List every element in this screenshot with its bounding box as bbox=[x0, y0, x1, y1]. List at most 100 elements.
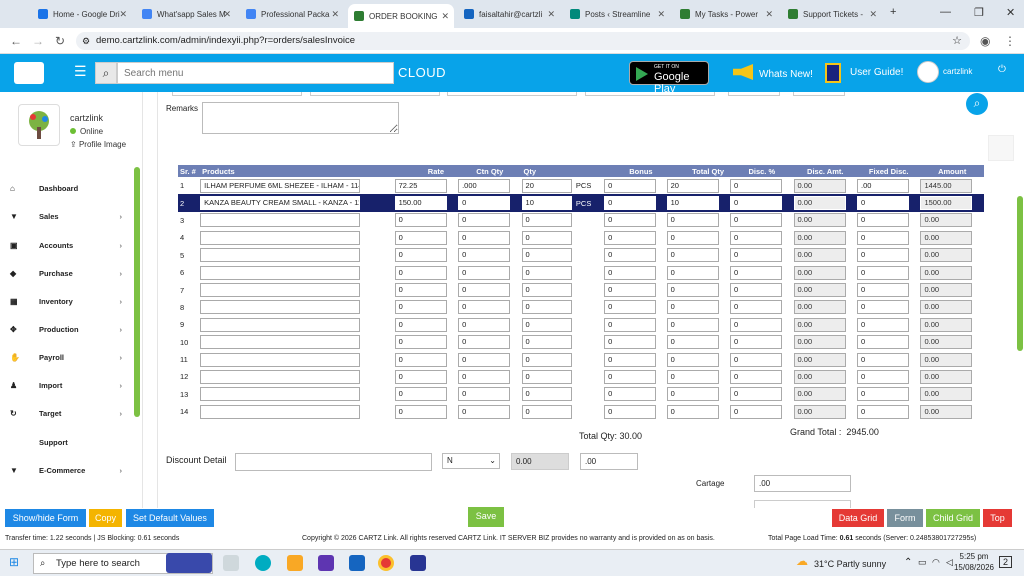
browser-tab[interactable]: Posts ‹ Streamline ✕ bbox=[564, 4, 670, 24]
ctn-qty-input[interactable]: 0 bbox=[458, 213, 511, 228]
browser-tab-active[interactable]: ORDER BOOKING ✕ bbox=[348, 4, 454, 28]
edge-icon[interactable] bbox=[255, 555, 271, 571]
disc-pct-input[interactable]: 0 bbox=[730, 265, 783, 280]
disc-pct-input[interactable]: 0 bbox=[730, 230, 783, 245]
ctn-qty-input[interactable]: 0 bbox=[458, 369, 511, 384]
copy-button[interactable]: Copy bbox=[89, 509, 122, 527]
bonus-input[interactable]: 0 bbox=[604, 387, 657, 402]
restore-button[interactable]: ❐ bbox=[974, 6, 984, 19]
set-default-values-button[interactable]: Set Default Values bbox=[126, 509, 214, 527]
disc-pct-input[interactable]: 0 bbox=[730, 300, 783, 315]
reload-icon[interactable]: ↻ bbox=[55, 34, 65, 48]
qty-input[interactable]: 0 bbox=[521, 300, 572, 315]
search-menu-input[interactable] bbox=[117, 62, 394, 84]
qty-input[interactable]: 0 bbox=[521, 404, 572, 419]
fixed-disc-input[interactable]: 0 bbox=[856, 387, 909, 402]
network-icon[interactable]: ▭ bbox=[918, 557, 927, 568]
ctn-qty-input[interactable]: 0 bbox=[458, 230, 511, 245]
product-input[interactable] bbox=[200, 265, 361, 280]
file-explorer-icon[interactable] bbox=[287, 555, 303, 571]
store-icon[interactable] bbox=[318, 555, 334, 571]
close-icon[interactable]: ✕ bbox=[869, 9, 877, 20]
disc-pct-input[interactable]: 0 bbox=[730, 213, 783, 228]
close-icon[interactable]: ✕ bbox=[441, 11, 449, 22]
fixed-disc-input[interactable]: 0 bbox=[856, 265, 909, 280]
browser-tab[interactable]: Professional Packa ✕ bbox=[240, 4, 344, 24]
ctn-qty-input[interactable]: 0 bbox=[458, 387, 511, 402]
fixed-disc-input[interactable]: 0 bbox=[856, 230, 909, 245]
back-icon[interactable]: ← bbox=[10, 34, 22, 48]
weather-icon[interactable]: ☁ bbox=[796, 554, 808, 568]
forward-icon[interactable]: → bbox=[32, 34, 44, 48]
qty-input[interactable]: 0 bbox=[521, 335, 572, 350]
qty-input[interactable]: 0 bbox=[521, 283, 572, 298]
window-close-button[interactable]: ✕ bbox=[1006, 6, 1015, 19]
form-field[interactable] bbox=[172, 92, 302, 96]
sidebar-item-support[interactable]: Support bbox=[10, 435, 122, 449]
disc-pct-input[interactable]: 0 bbox=[730, 404, 783, 419]
qty-input[interactable]: 0 bbox=[521, 230, 572, 245]
qty-input[interactable]: 0 bbox=[521, 352, 572, 367]
form-field[interactable] bbox=[310, 92, 440, 96]
ctn-qty-input[interactable]: 0 bbox=[458, 352, 511, 367]
url-input[interactable]: ⚙ demo.cartzlink.com/admin/indexyii.php?… bbox=[76, 32, 970, 50]
bonus-input[interactable]: 0 bbox=[604, 300, 657, 315]
rate-input[interactable]: 0 bbox=[394, 265, 447, 280]
sidebar-item-target[interactable]: ↻ Target › bbox=[10, 406, 122, 420]
clock-date[interactable]: 15/08/2026 bbox=[952, 563, 996, 572]
total-qty-input[interactable]: 0 bbox=[666, 300, 719, 315]
ctn-qty-input[interactable]: 0 bbox=[458, 283, 511, 298]
total-qty-input[interactable]: 0 bbox=[666, 283, 719, 298]
google-play-badge[interactable]: GET IT ON Google Play bbox=[629, 61, 709, 95]
browser-tab[interactable]: What'sapp Sales M ✕ bbox=[136, 4, 236, 24]
app-icon[interactable] bbox=[410, 555, 426, 571]
rate-input[interactable]: 0 bbox=[394, 230, 447, 245]
sidebar-item-dashboard[interactable]: ⌂ Dashboard bbox=[10, 181, 122, 195]
user-guide-link[interactable]: User Guide! bbox=[850, 67, 903, 78]
discount-detail-input[interactable] bbox=[235, 453, 432, 471]
total-qty-input[interactable]: 0 bbox=[666, 265, 719, 280]
product-input[interactable] bbox=[200, 335, 361, 350]
product-input[interactable]: ILHAM PERFUME 6ML SHEZEE - ILHAM - 114 bbox=[200, 178, 361, 193]
bonus-input[interactable]: 0 bbox=[604, 404, 657, 419]
total-qty-input[interactable]: 0 bbox=[666, 317, 719, 332]
sidebar-scrollbar[interactable] bbox=[134, 167, 140, 417]
fixed-disc-input[interactable]: 0 bbox=[856, 369, 909, 384]
ctn-qty-input[interactable]: 0 bbox=[458, 300, 511, 315]
qty-input[interactable]: 0 bbox=[521, 369, 572, 384]
rate-input[interactable]: 0 bbox=[394, 352, 447, 367]
qty-input[interactable]: 10 bbox=[521, 196, 572, 211]
avatar[interactable] bbox=[917, 61, 939, 83]
sidebar-item-purchase[interactable]: ◆ Purchase › bbox=[10, 266, 122, 280]
bonus-input[interactable]: 0 bbox=[604, 196, 657, 211]
search-icon[interactable]: ⌕ bbox=[95, 62, 117, 84]
close-icon[interactable]: ✕ bbox=[119, 9, 127, 20]
sidebar-item-sales[interactable]: ▼ Sales › bbox=[10, 209, 122, 223]
fixed-disc-input[interactable]: 0 bbox=[856, 248, 909, 263]
fixed-disc-input[interactable]: 0 bbox=[856, 213, 909, 228]
profile-image-link[interactable]: ⇪ Profile Image bbox=[70, 140, 126, 149]
product-input[interactable]: KANZA BEAUTY CREAM SMALL - KANZA - 11 bbox=[200, 196, 361, 211]
remarks-textarea[interactable] bbox=[202, 102, 399, 134]
ctn-qty-input[interactable]: 0 bbox=[458, 404, 511, 419]
form-field[interactable] bbox=[793, 92, 845, 96]
browser-tab[interactable]: faisaltahir@cartzli ✕ bbox=[458, 4, 560, 24]
bonus-input[interactable]: 0 bbox=[604, 317, 657, 332]
ctn-qty-input[interactable]: .000 bbox=[458, 178, 511, 193]
profile-icon[interactable]: ◉ bbox=[980, 34, 990, 48]
kebab-menu-icon[interactable]: ⋮ bbox=[1004, 34, 1016, 48]
disc-pct-input[interactable]: 0 bbox=[730, 283, 783, 298]
fixed-disc-input[interactable]: 0 bbox=[856, 283, 909, 298]
mail-icon[interactable] bbox=[349, 555, 365, 571]
notification-badge[interactable]: 2 bbox=[999, 556, 1013, 568]
fixed-disc-input[interactable]: 0 bbox=[856, 352, 909, 367]
sidebar-item-production[interactable]: ✥ Production › bbox=[10, 322, 122, 336]
product-input[interactable] bbox=[200, 317, 361, 332]
disc-pct-input[interactable]: 0 bbox=[730, 178, 783, 193]
company-logo[interactable] bbox=[14, 62, 44, 84]
rate-input[interactable]: 0 bbox=[394, 283, 447, 298]
power-icon[interactable]: ⏻ bbox=[998, 64, 1006, 75]
rate-input[interactable]: 0 bbox=[394, 300, 447, 315]
tray-chevron-icon[interactable]: ⌃ bbox=[904, 557, 912, 568]
hamburger-menu-icon[interactable]: ☰ bbox=[74, 63, 87, 80]
